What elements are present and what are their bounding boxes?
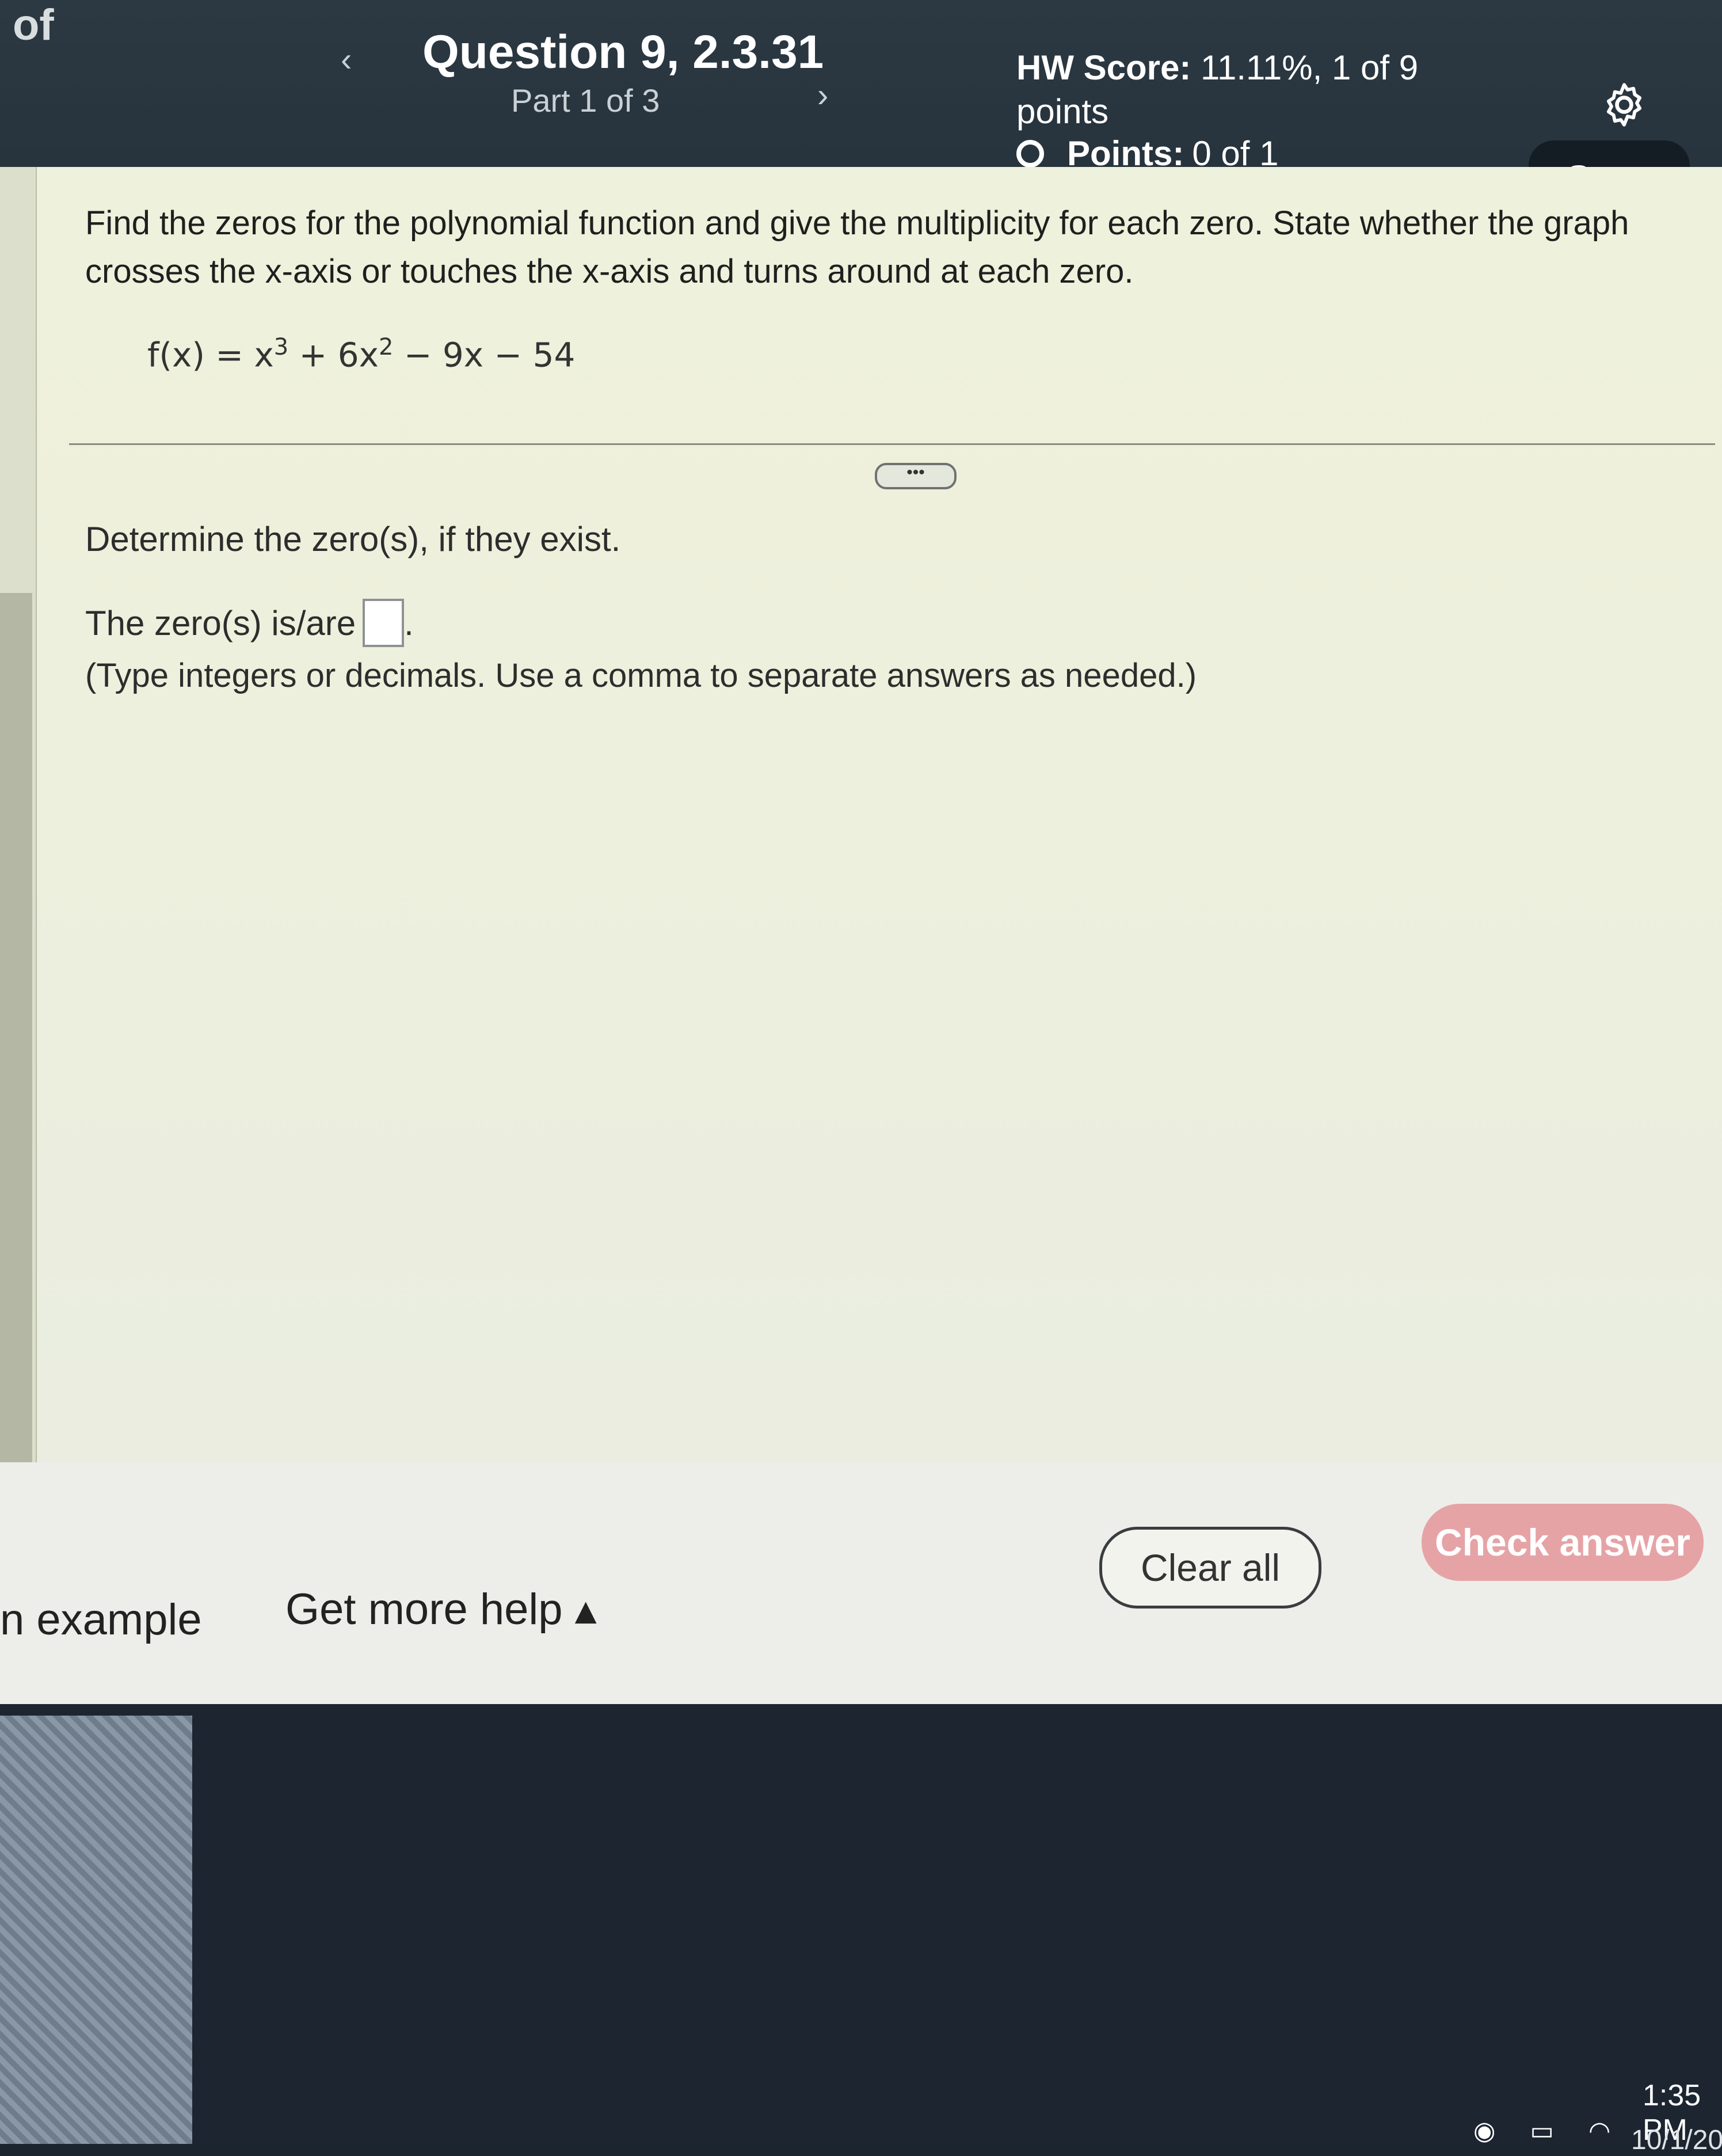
section-divider bbox=[69, 443, 1715, 445]
function-rest: − 9x − 54 bbox=[393, 335, 576, 375]
previous-question-icon[interactable]: ‹ bbox=[341, 40, 352, 79]
wifi-icon[interactable]: ◠ bbox=[1588, 2116, 1610, 2146]
question-panel: Find the zeros for the polynomial functi… bbox=[0, 167, 1722, 1675]
check-answer-button[interactable]: Check answer bbox=[1422, 1504, 1704, 1581]
function-prefix: f(x) = x bbox=[147, 335, 274, 375]
hw-score-label: HW Score: bbox=[1016, 48, 1191, 87]
action-bar bbox=[0, 1462, 1722, 1704]
step-instruction: Determine the zero(s), if they exist. bbox=[85, 520, 621, 558]
desktop-background bbox=[0, 1704, 1722, 2144]
function-term-2: + 6x bbox=[288, 335, 379, 375]
clear-all-button[interactable]: Clear all bbox=[1099, 1527, 1321, 1609]
question-prompt: Find the zeros for the polynomial functi… bbox=[85, 204, 1629, 290]
top-bar: of ‹ Question 9, 2.3.31 Part 1 of 3 › HW… bbox=[0, 0, 1722, 216]
answer-suffix: . bbox=[404, 603, 414, 642]
battery-icon[interactable]: ▭ bbox=[1530, 2116, 1554, 2146]
answer-line: The zero(s) is/are . bbox=[85, 599, 414, 647]
exponent-3: 3 bbox=[273, 334, 289, 360]
network-icon[interactable]: ◉ bbox=[1473, 2116, 1495, 2146]
question-title: Question 9, 2.3.31 bbox=[422, 26, 824, 78]
view-example-link[interactable]: n example bbox=[0, 1595, 202, 1645]
zeros-answer-input[interactable] bbox=[363, 599, 405, 647]
answer-format-hint: (Type integers or decimals. Use a comma … bbox=[85, 657, 1197, 694]
hw-score: HW Score: 11.11%, 1 of 9 points bbox=[1016, 46, 1431, 134]
answer-prefix: The zero(s) is/are bbox=[85, 603, 356, 642]
expand-more-button[interactable]: ••• bbox=[875, 463, 957, 489]
points-status-icon bbox=[1016, 139, 1044, 168]
system-tray: ◉ ▭ ◠ bbox=[1473, 2116, 1610, 2146]
scrollbar-thumb[interactable] bbox=[0, 593, 32, 1503]
taskbar-date[interactable]: 10/1/202 bbox=[1631, 2124, 1722, 2156]
gear-icon[interactable] bbox=[1599, 79, 1649, 130]
polynomial-function: f(x) = x3 + 6x2 − 9x − 54 bbox=[147, 334, 575, 374]
wallpaper-corner bbox=[0, 1716, 192, 2144]
question-part: Part 1 of 3 bbox=[511, 82, 660, 119]
exponent-2: 2 bbox=[378, 334, 394, 360]
get-more-help-link[interactable]: Get more help ▴ bbox=[285, 1583, 597, 1634]
next-question-icon[interactable]: › bbox=[817, 76, 828, 115]
of-label: of bbox=[13, 1, 54, 50]
